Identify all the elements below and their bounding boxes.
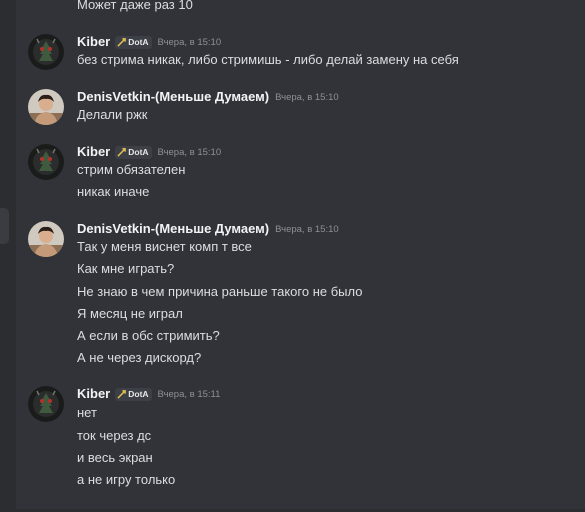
message-text: Может даже раз 10 — [77, 0, 193, 12]
guild-sidebar-indicator — [0, 208, 9, 244]
message-text: стрим обязателен — [77, 162, 186, 177]
sword-icon — [117, 389, 127, 399]
server-tag-label: DotA — [128, 37, 149, 47]
message-text: и весь экран — [77, 450, 153, 465]
timestamp[interactable]: Вчера, в 15:10 — [275, 224, 339, 235]
message-text: Не знаю в чем причина раньше такого не б… — [77, 284, 363, 299]
server-tag-label: DotA — [128, 389, 149, 399]
message-header: Kiber DotA Вчера, в 15:10 — [77, 33, 221, 51]
message-text: а не игру только — [77, 472, 176, 487]
server-tag[interactable]: DotA — [115, 387, 152, 401]
message-header: DenisVetkin-(Меньше Думаем) Вчера, в 15:… — [77, 88, 339, 106]
username[interactable]: DenisVetkin-(Меньше Думаем) — [77, 88, 269, 106]
message-text: Как мне играть? — [77, 261, 175, 276]
message-text: никак иначе — [77, 184, 150, 199]
sword-icon — [117, 147, 127, 157]
avatar-kiber[interactable] — [28, 144, 64, 180]
message-text: Делали ржк — [77, 107, 148, 122]
message-text: А не через дискорд? — [77, 350, 202, 365]
message-text: ток через дс — [77, 428, 152, 443]
username[interactable]: Kiber — [77, 33, 110, 51]
timestamp[interactable]: Вчера, в 15:10 — [158, 147, 222, 158]
username[interactable]: DenisVetkin-(Меньше Думаем) — [77, 220, 269, 238]
message-text: Я месяц не играл — [77, 306, 183, 321]
server-tag-label: DotA — [128, 147, 149, 157]
timestamp[interactable]: Вчера, в 15:10 — [275, 92, 339, 103]
avatar-kiber[interactable] — [28, 386, 64, 422]
avatar-denisvetkin[interactable] — [28, 221, 64, 257]
message-text: нет — [77, 405, 97, 420]
message-header: Kiber DotA Вчера, в 15:11 — [77, 385, 220, 403]
message-text: без стрима никак, либо стримишь - либо д… — [77, 52, 459, 67]
message-text: Так у меня виснет комп т все — [77, 239, 252, 254]
username[interactable]: Kiber — [77, 385, 110, 403]
message-text: А если в обс стримить? — [77, 328, 220, 343]
timestamp[interactable]: Вчера, в 15:11 — [158, 389, 221, 400]
username[interactable]: Kiber — [77, 143, 110, 161]
server-tag[interactable]: DotA — [115, 145, 152, 159]
avatar-denisvetkin[interactable] — [28, 89, 64, 125]
sword-icon — [117, 37, 127, 47]
avatar-kiber[interactable] — [28, 34, 64, 70]
message-header: Kiber DotA Вчера, в 15:10 — [77, 143, 221, 161]
timestamp[interactable]: Вчера, в 15:10 — [158, 37, 222, 48]
server-tag[interactable]: DotA — [115, 35, 152, 49]
message-header: DenisVetkin-(Меньше Думаем) Вчера, в 15:… — [77, 220, 339, 238]
left-gutter — [0, 0, 16, 512]
